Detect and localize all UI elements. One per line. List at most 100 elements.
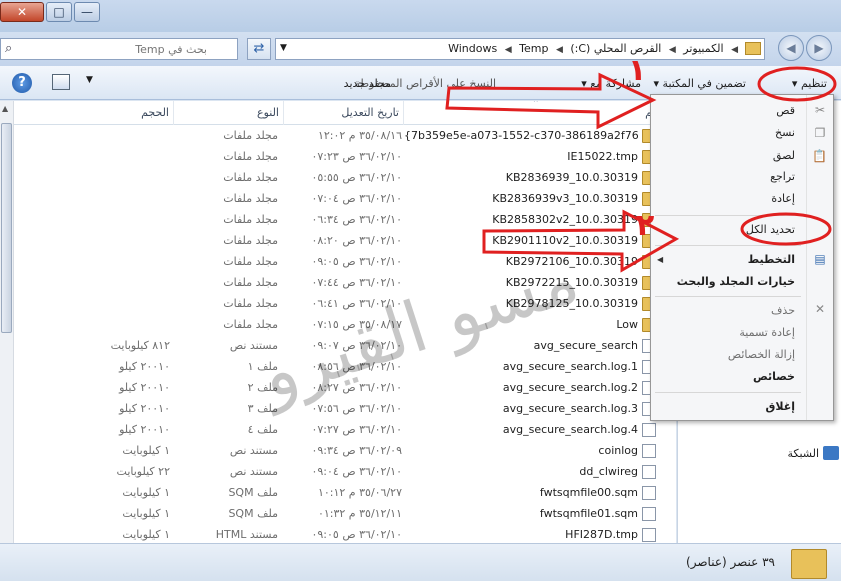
file-type: مجلد ملفات [223, 234, 278, 247]
file-name[interactable]: IE15022.tmp [404, 146, 638, 167]
file-icon [642, 507, 656, 521]
search-box[interactable]: ⌕ [0, 38, 238, 60]
file-date: ٣٦/٠٢/١٠ ص ٠٥:٥٥ [311, 171, 402, 184]
table-row[interactable]: IE15022.tmp ٣٦/٠٢/١٠ ص ٠٧:٢٣ مجلد ملفات [14, 146, 676, 167]
nav-item-network[interactable]: الشبكة [787, 447, 819, 460]
breadcrumb-windows[interactable]: Windows [448, 42, 497, 55]
menu-separator [655, 392, 801, 393]
sort-ascending-icon: ⌃ [532, 101, 540, 109]
arrow-right-icon: ▶ [814, 41, 824, 55]
table-row[interactable]: fwtsqmfile00.sqm ٣٥/٠٦/٢٧ م ١٠:١٢ ملف SQM ١… [14, 482, 676, 503]
menu-item-undo[interactable]: تراجع [770, 170, 795, 183]
menu-item-cut[interactable]: قص [776, 104, 795, 117]
menu-item-delete[interactable]: حذف [771, 304, 795, 317]
table-row[interactable]: avg_secure_search.log.3 ٣٦/٠٢/١٠ ص ٠٧:٥٦ م… [14, 398, 676, 419]
table-row[interactable]: avg_secure_search.log.4 ٣٦/٠٢/١٠ ص ٠٧:٢٧ م… [14, 419, 676, 440]
folder-icon [745, 42, 761, 55]
column-header-type[interactable]: النوع [174, 101, 284, 125]
file-name[interactable]: KB2836939_10.0.30319 [404, 167, 638, 188]
file-name[interactable]: avg_secure_search.log.3 [404, 398, 638, 419]
menu-item-redo[interactable]: إعادة [771, 192, 795, 205]
menu-item-rename[interactable]: إعادة تسمية [739, 326, 795, 339]
file-name[interactable]: KB2836939v3_10.0.30319 [404, 188, 638, 209]
file-name[interactable]: coinlog [404, 440, 638, 461]
address-bar[interactable]: ◀ الكمبيوتر ◀ القرص المحلي (C:) ◀ Window… [275, 38, 765, 60]
file-date: ٣٦/٠٢/٠٩ ص ٠٩:٣٤ [311, 444, 402, 457]
close-button[interactable]: ✕ [0, 2, 44, 22]
menu-item-close[interactable]: إغلاق [766, 400, 795, 413]
file-name[interactable]: fwtsqmfile01.sqm [404, 503, 638, 524]
refresh-button[interactable]: ⇄ [247, 38, 271, 60]
menu-separator [655, 296, 801, 297]
table-row[interactable]: KB2836939v3_10.0.30319 ٣٦/٠٢/١٠ ص ٠٧:٠٤ مج… [14, 188, 676, 209]
column-header-name[interactable]: الاسم [404, 101, 676, 125]
refresh-icon: ⇄ [253, 41, 265, 56]
table-row[interactable]: KB2901110v2_10.0.30319 ٣٦/٠٢/١٠ ص ٠٨:٢٠ مج… [14, 230, 676, 251]
share-label: مشاركة مع [590, 77, 641, 90]
column-header-size[interactable]: الحجم [14, 101, 174, 125]
chevron-left-icon: ◀ [555, 45, 563, 55]
file-name[interactable]: avg_secure_search.log.2 [404, 377, 638, 398]
menu-item-properties[interactable]: خصائص [753, 370, 795, 383]
new-folder-button[interactable]: مجلد جديد [344, 77, 391, 90]
file-size: ٢٠٠١٠ كيلو [119, 423, 170, 436]
search-input[interactable] [1, 39, 211, 59]
file-date: ٣٦/٠٢/١٠ ص ٠٧:٤٤ [311, 276, 402, 289]
include-in-library-button[interactable]: تضمين في المكتبة ▾ [654, 77, 746, 90]
chevron-left-icon: ◀ [731, 45, 738, 55]
file-date: ٣٦/٠٢/١٠ ص ٠٧:٢٣ [311, 150, 402, 163]
menu-item-select-all[interactable]: تحديد الكل [746, 223, 795, 236]
chevron-down-icon[interactable]: ▼ [280, 43, 287, 53]
menu-item-remove-properties[interactable]: إزالة الخصائص [728, 348, 795, 361]
menu-item-folder-options[interactable]: خيارات المجلد والبحث [677, 275, 795, 288]
file-type: ملف SQM [228, 486, 278, 499]
table-row[interactable]: KB2858302v2_10.0.30319 ٣٦/٠٢/١٠ ص ٠٦:٣٤ مج… [14, 209, 676, 230]
breadcrumb-temp[interactable]: Temp [519, 42, 548, 55]
share-with-button[interactable]: مشاركة مع ▾ [581, 77, 641, 90]
file-icon [642, 528, 656, 542]
breadcrumb-local-disk[interactable]: القرص المحلي (C:) [570, 42, 661, 55]
table-row[interactable]: coinlog ٣٦/٠٢/٠٩ ص ٠٩:٣٤ مستند نص ١ كيلوباي… [14, 440, 676, 461]
file-type: مجلد ملفات [223, 213, 278, 226]
vertical-scrollbar[interactable]: ▲ [0, 101, 14, 543]
organize-button[interactable]: تنظيم ▾ [792, 77, 827, 90]
file-name[interactable]: KB2858302v2_10.0.30319 [404, 209, 638, 230]
menu-item-copy[interactable]: نسخ [775, 126, 795, 139]
folder-icon [791, 549, 827, 579]
table-row[interactable]: HFI287D.tmp ٣٦/٠٢/١٠ ص ٠٩:٠٥ مستند HTML ١ ك… [14, 524, 676, 543]
chevron-left-icon: ◀ [657, 255, 664, 264]
file-name[interactable]: HFI287D.tmp [404, 524, 638, 543]
file-size: ١ كيلوبايت [122, 528, 170, 541]
help-icon[interactable]: ? [12, 73, 32, 93]
table-row[interactable]: {7b359e5e-a073-1552-c370-386189a2f76d} ٣٥… [14, 125, 676, 146]
menu-item-paste[interactable]: لصق [773, 149, 795, 162]
file-name[interactable]: dd_clwireg [404, 461, 638, 482]
scroll-up-icon[interactable]: ▲ [2, 104, 8, 113]
table-row[interactable]: fwtsqmfile01.sqm ٣٥/١٢/١١ م ٠١:٣٢ ملف SQM ١… [14, 503, 676, 524]
copy-icon: ❐ [814, 126, 826, 140]
menu-item-layout[interactable]: التخطيط [748, 253, 795, 266]
table-row[interactable]: dd_clwireg ٣٦/٠٢/١٠ ص ٠٩:٠٤ مستند نص ٢٢ كيل… [14, 461, 676, 482]
file-date: ٣٥/١٢/١١ م ٠١:٣٢ [317, 507, 402, 520]
maximize-button[interactable]: □ [46, 2, 72, 22]
file-name[interactable]: {7b359e5e-a073-1552-c370-386189a2f76d} [404, 125, 638, 146]
back-button[interactable]: ▶ [806, 35, 832, 61]
chevron-left-icon: ◀ [668, 45, 676, 55]
view-options-icon[interactable] [52, 74, 70, 90]
minimize-button[interactable]: — [74, 2, 100, 22]
breadcrumb-computer[interactable]: الكمبيوتر [683, 42, 723, 55]
status-bar: ٣٩ عنصر (عناصر) [0, 543, 841, 581]
file-name[interactable]: fwtsqmfile00.sqm [404, 482, 638, 503]
title-bar: ✕ □ — [0, 0, 841, 32]
file-date: ٣٦/٠٢/١٠ ص ٠٦:٣٤ [311, 213, 402, 226]
table-row[interactable]: KB2972106_10.0.30319 ٣٦/٠٢/١٠ ص ٠٩:٠٥ مجلد… [14, 251, 676, 272]
file-type: ملف ٤ [247, 423, 278, 436]
forward-button[interactable]: ◀ [778, 35, 804, 61]
file-name[interactable]: avg_secure_search.log.4 [404, 419, 638, 440]
scroll-thumb[interactable] [1, 123, 12, 333]
file-name[interactable]: KB2901110v2_10.0.30319 [404, 230, 638, 251]
table-row[interactable]: KB2836939_10.0.30319 ٣٦/٠٢/١٠ ص ٠٥:٥٥ مجلد… [14, 167, 676, 188]
column-header-date[interactable]: تاريخ التعديل [284, 101, 404, 125]
chevron-down-icon[interactable]: ▼ [86, 75, 93, 85]
address-row: ⌕ ⇄ ◀ الكمبيوتر ◀ القرص المحلي (C:) ◀ Wi… [0, 32, 841, 66]
